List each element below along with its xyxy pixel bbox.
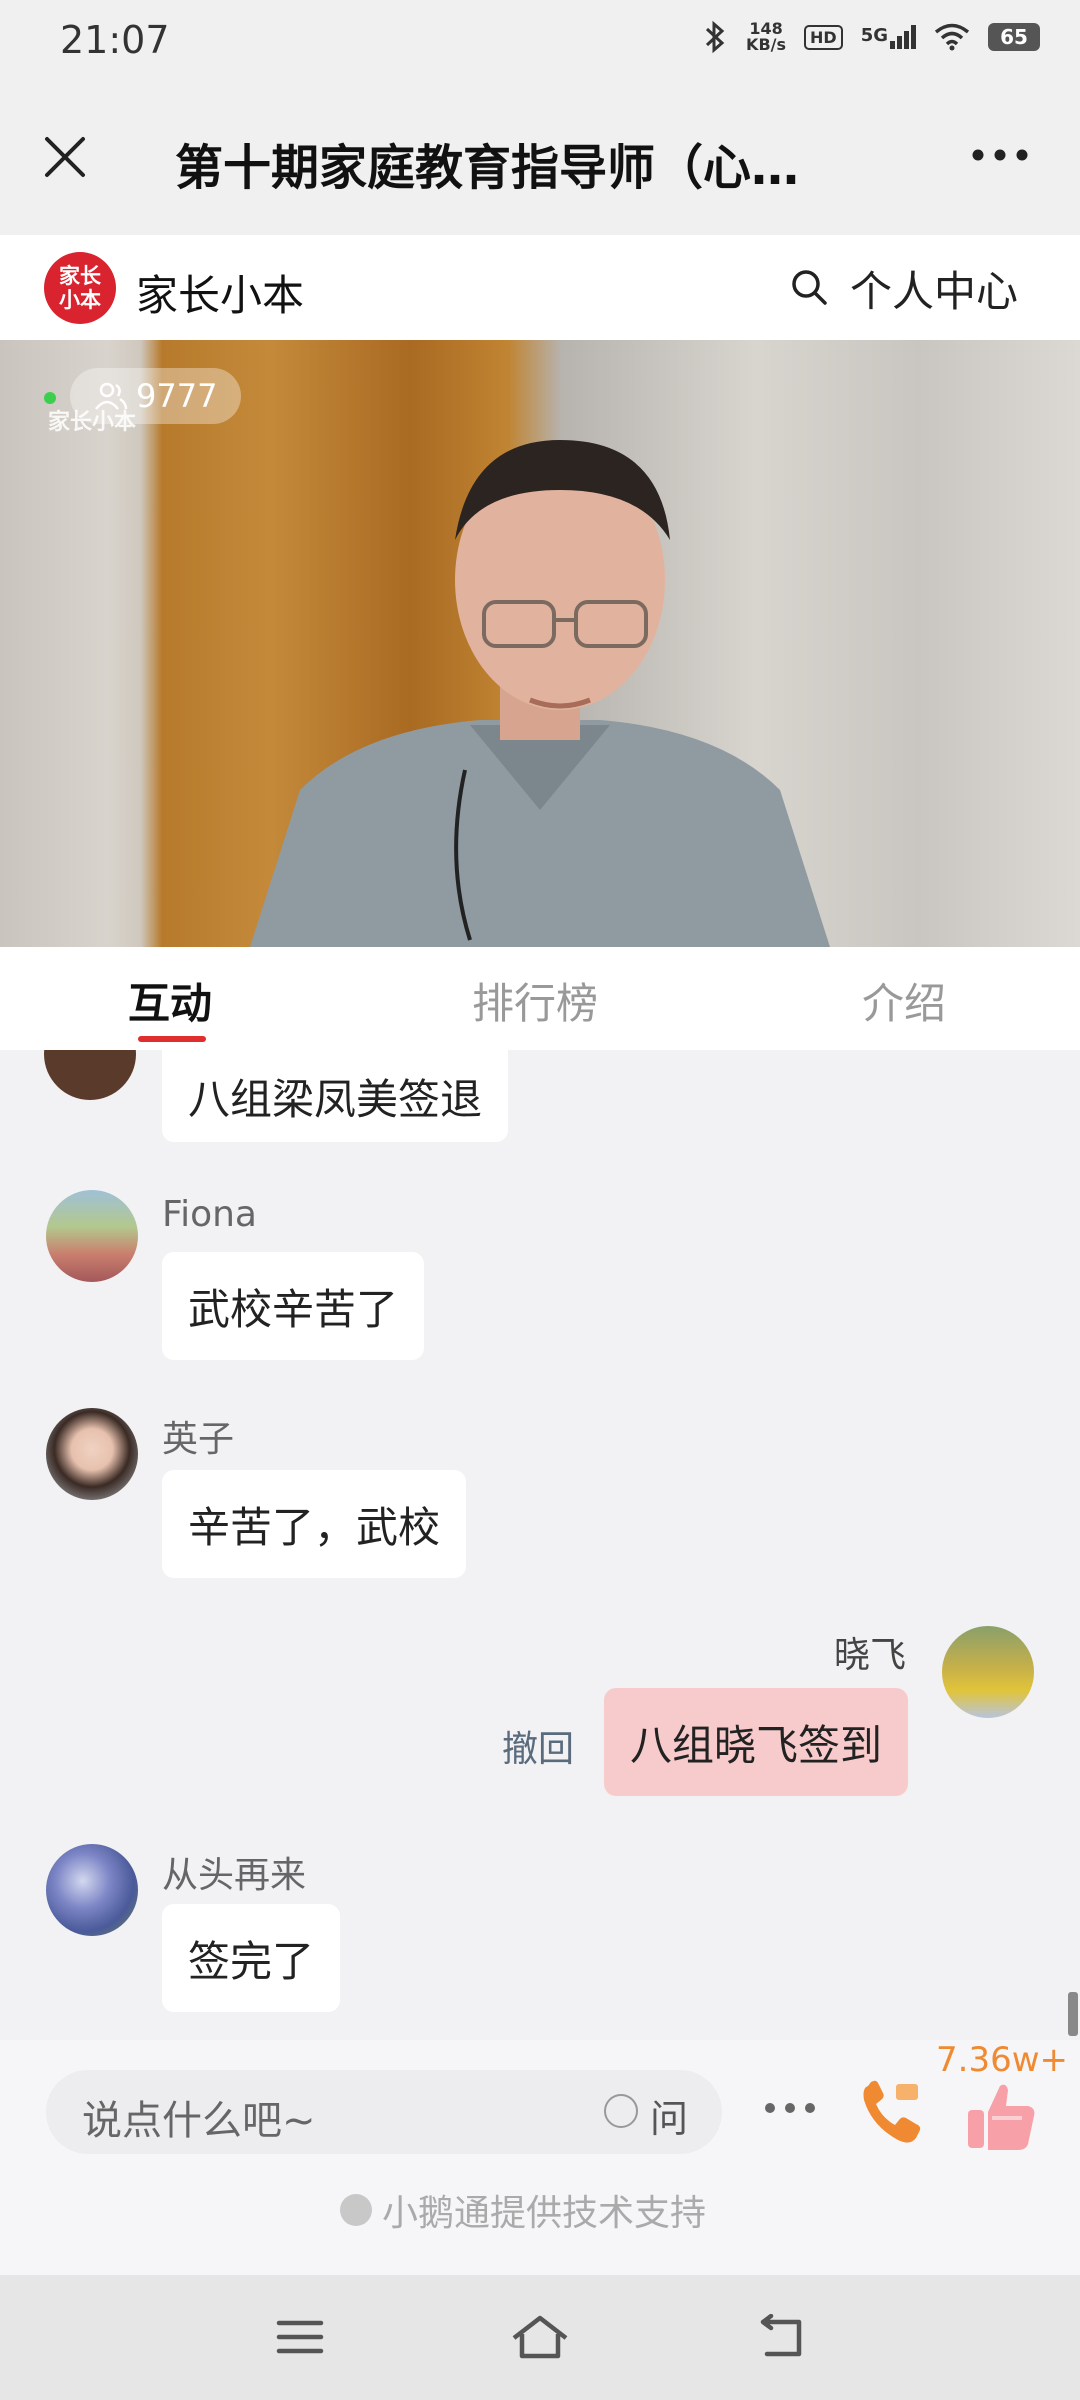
powered-by: 小鹅通提供技术支持	[340, 2184, 706, 2236]
ask-toggle-label[interactable]: 问	[650, 2088, 688, 2143]
message-bubble[interactable]: 武校辛苦了	[162, 1252, 425, 1360]
my-avatar[interactable]	[942, 1626, 1034, 1718]
back-icon	[760, 2314, 802, 2357]
search-button[interactable]	[784, 262, 834, 312]
more-actions-button[interactable]	[760, 2088, 820, 2128]
more-horizontal-icon	[765, 2103, 815, 2113]
status-time: 21:07	[60, 18, 170, 62]
active-tab-underline	[138, 1036, 206, 1042]
user-avatar[interactable]	[46, 1844, 138, 1936]
user-avatar[interactable]	[46, 1408, 138, 1500]
wifi-icon	[934, 23, 970, 51]
recall-button[interactable]: 撤回	[502, 1720, 574, 1772]
home-icon	[512, 2315, 568, 2359]
message-nickname: 晓飞	[834, 1635, 907, 1676]
message-bubble[interactable]: 八组梁凤美签退	[162, 1050, 509, 1142]
like-count: 7.36w+	[936, 2040, 1068, 2080]
thumbs-up-icon	[968, 2084, 1035, 2150]
message-nickname: Fiona	[162, 1194, 257, 1235]
network-speed: 148 KB/s	[746, 19, 787, 54]
powered-by-text: 小鹅通提供技术支持	[382, 2193, 707, 2234]
page-title: 第十期家庭教育指导师（心…	[175, 140, 800, 196]
brand-logo: 家长小本	[44, 252, 116, 324]
message-bubble[interactable]: 辛苦了，武校	[162, 1470, 467, 1578]
more-menu-button[interactable]	[960, 120, 1040, 190]
menu-icon	[276, 2320, 324, 2354]
nav-back-button[interactable]	[740, 2302, 820, 2372]
my-message-bubble[interactable]: 八组晓飞签到	[604, 1688, 909, 1796]
live-video-player[interactable]	[0, 340, 1080, 947]
bluetooth-icon	[706, 20, 725, 54]
message-nickname: 从头再来	[162, 1855, 307, 1896]
viewer-count: 9777	[136, 377, 218, 415]
live-indicator	[44, 392, 56, 404]
close-button[interactable]	[30, 122, 100, 192]
brand-name[interactable]: 家长小本	[136, 262, 304, 323]
tab-introduction-label[interactable]: 介绍	[862, 970, 946, 1031]
personal-center-link[interactable]: 个人中心	[850, 258, 1018, 319]
ask-toggle-icon[interactable]	[604, 2094, 638, 2128]
battery-indicator: 65	[988, 23, 1040, 51]
tab-interaction-label[interactable]: 互动	[128, 970, 212, 1031]
presenter-figure	[250, 440, 830, 947]
status-icons: 148 KB/s HD 5G 65	[702, 20, 1040, 54]
tab-leaderboard-label[interactable]: 排行榜	[472, 970, 598, 1031]
nav-home-button[interactable]	[500, 2302, 580, 2372]
chat-scrollbar[interactable]	[1068, 1992, 1078, 2036]
close-icon	[45, 137, 85, 177]
phone-icon	[863, 2080, 921, 2143]
comment-input-placeholder: 说点什么吧~	[82, 2098, 316, 2144]
more-horizontal-icon	[972, 149, 1028, 161]
message-bubble[interactable]: 签完了	[162, 1904, 341, 2012]
user-avatar[interactable]	[46, 1190, 138, 1282]
search-icon	[792, 270, 827, 305]
like-button[interactable]	[962, 2078, 1038, 2154]
message-nickname: 英子	[162, 1419, 235, 1460]
xiaoe-logo-icon	[340, 2194, 372, 2226]
nav-menu-button[interactable]	[260, 2302, 340, 2372]
call-button[interactable]	[858, 2074, 928, 2150]
hd-badge: HD	[804, 24, 843, 50]
cellular-signal-icon: 5G	[861, 25, 916, 49]
video-watermark: 家长小本	[48, 410, 137, 435]
